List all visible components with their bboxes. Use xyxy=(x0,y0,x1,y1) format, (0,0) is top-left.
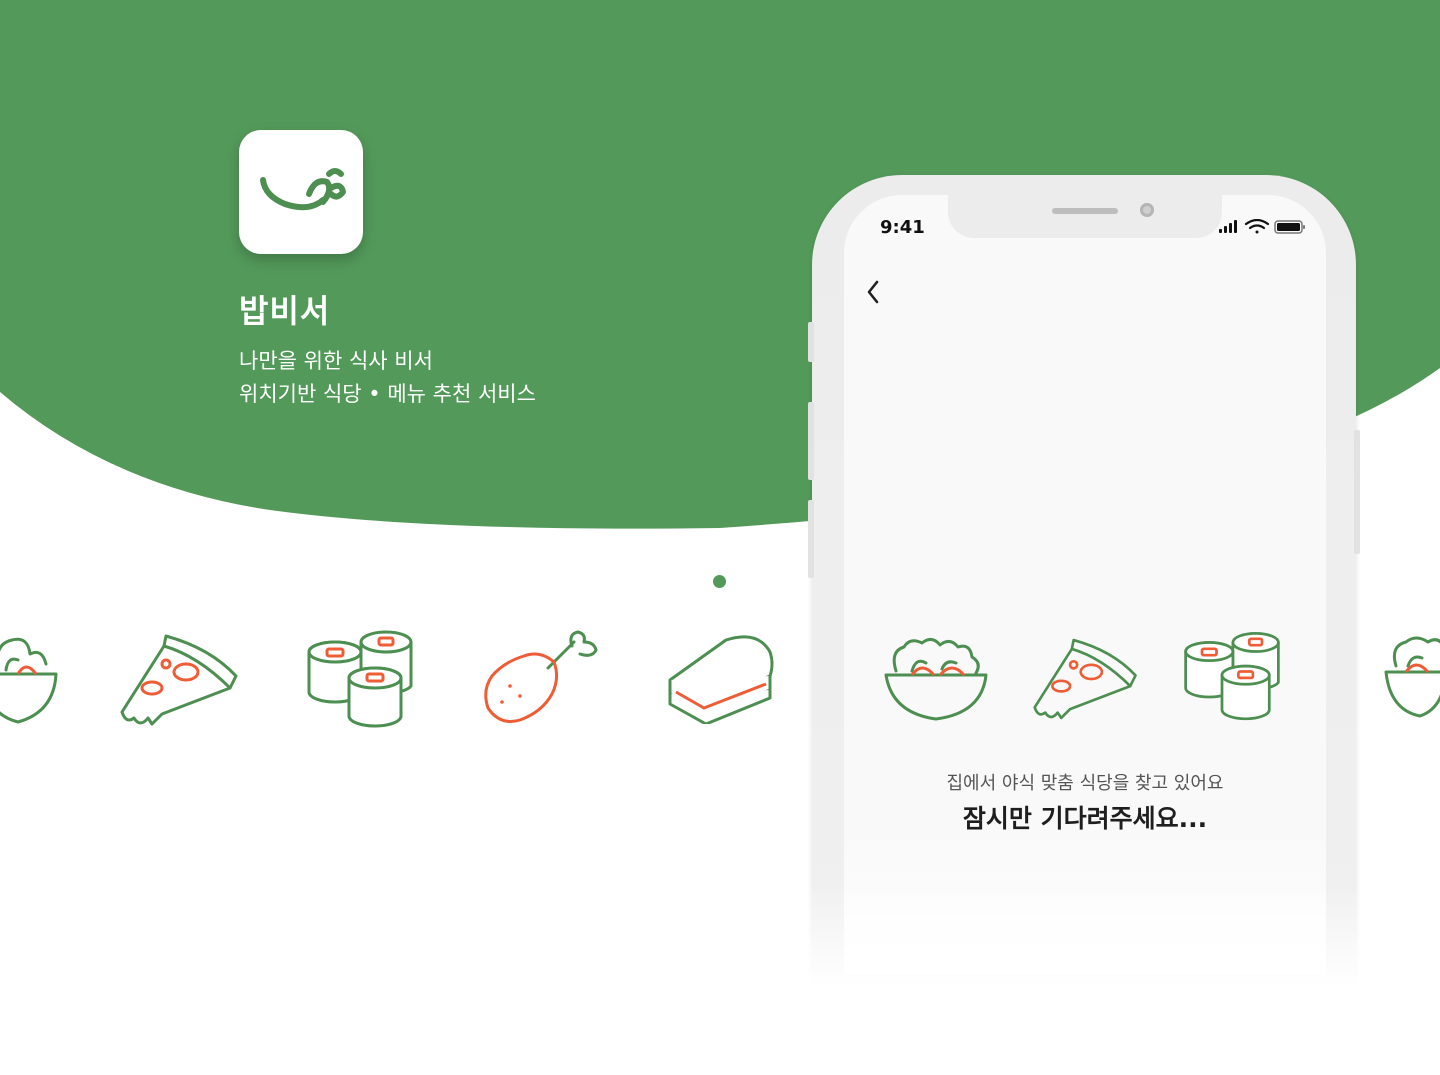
loading-wait-text: 잠시만 기다려주세요... xyxy=(962,804,1208,833)
chevron-left-icon xyxy=(867,280,879,304)
battery-icon xyxy=(1274,220,1305,234)
notch xyxy=(948,195,1222,238)
sandwich-icon xyxy=(668,635,774,724)
tagline-line-1: 나만을 위한 식사 비서 xyxy=(239,349,433,373)
volume-up-button xyxy=(808,402,814,480)
carousel-dot xyxy=(713,575,726,588)
wifi-icon xyxy=(1244,219,1270,234)
app-name: 밥비서 xyxy=(239,292,331,330)
front-camera xyxy=(1140,203,1154,217)
loading-message: 집에서 야식 맞춤 식당을 찾고 있어요 xyxy=(946,773,1224,794)
signal-icon xyxy=(1219,220,1237,233)
back-button[interactable] xyxy=(860,275,890,309)
app-tagline: 나만을 위한 식사 비서 위치기반 식당 • 메뉴 추천 서비스 xyxy=(239,345,536,411)
status-time: 9:41 xyxy=(880,217,925,238)
pizza-icon xyxy=(120,634,238,726)
power-button xyxy=(1354,430,1360,554)
pizza-icon xyxy=(1033,638,1137,720)
phone-screen: 9:41 집에서 야식 맞춤 식당을 찾고 있어요 잠시만 기다려주세요... xyxy=(844,195,1326,975)
sushi-roll-icon xyxy=(307,630,413,728)
sushi-roll-icon xyxy=(1184,631,1280,721)
status-icons xyxy=(1219,219,1305,234)
screen-fade xyxy=(844,835,1326,975)
mute-switch xyxy=(808,322,814,362)
salad-icon xyxy=(0,637,58,724)
tagline-line-2: 위치기반 식당 • 메뉴 추천 서비스 xyxy=(239,382,536,406)
volume-down-button xyxy=(808,500,814,578)
smile-logo-icon xyxy=(260,168,346,211)
salad-icon xyxy=(1384,636,1440,718)
speaker xyxy=(1052,208,1118,214)
app-logo xyxy=(239,130,363,254)
chicken-leg-icon xyxy=(484,630,598,723)
salad-icon xyxy=(884,638,988,721)
